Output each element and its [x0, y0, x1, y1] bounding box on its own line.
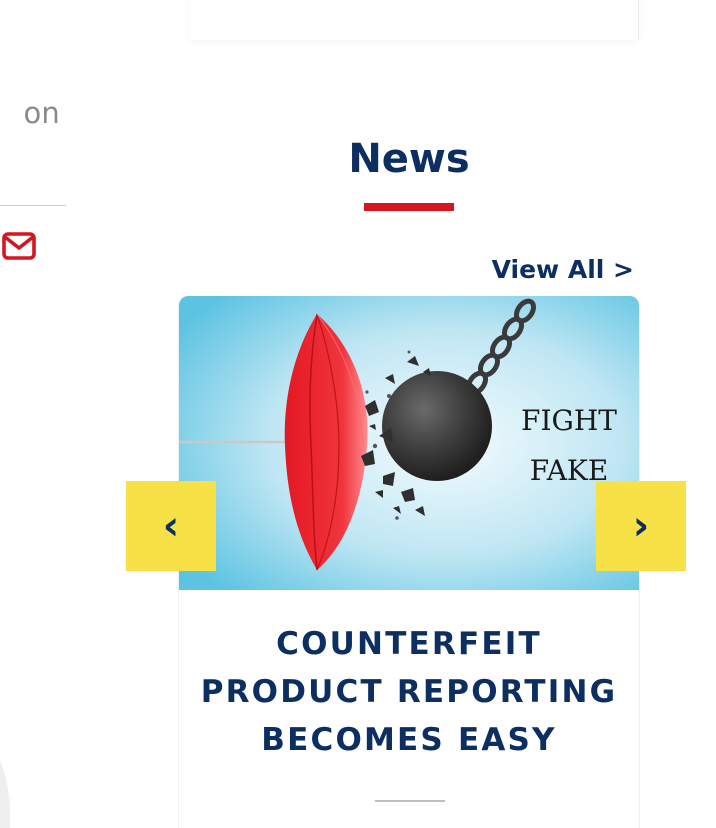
envelope-icon[interactable]: [2, 232, 36, 260]
left-section-heading-fragment: on: [23, 96, 60, 130]
news-heading-underline: [364, 203, 454, 211]
page: on News View All > FIGHT FAKE COUNTERFEI…: [0, 0, 716, 828]
news-card-image[interactable]: FIGHT FAKE: [179, 296, 639, 590]
carousel-prev-button[interactable]: ‹: [126, 481, 216, 571]
news-heading: News: [348, 136, 470, 182]
news-card[interactable]: FIGHT FAKE COUNTERFEIT PRODUCT REPORTING…: [178, 296, 640, 828]
left-decorative-shape: [0, 760, 10, 828]
left-section-divider: [0, 205, 66, 206]
carousel-next-button[interactable]: ›: [596, 481, 686, 571]
image-text-fight: FIGHT: [521, 404, 617, 437]
previous-section-card: [190, 0, 639, 40]
news-card-title[interactable]: COUNTERFEIT PRODUCT REPORTING BECOMES EA…: [179, 620, 639, 764]
chevron-left-icon: ‹: [162, 503, 180, 549]
view-all-link[interactable]: View All >: [492, 255, 634, 284]
chevron-right-icon: ›: [632, 503, 650, 549]
news-card-divider: [375, 800, 445, 802]
